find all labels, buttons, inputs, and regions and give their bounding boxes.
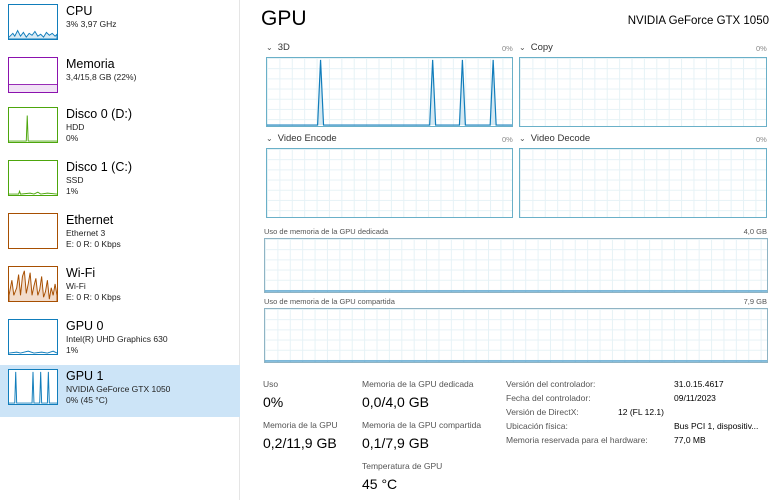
sidebar-item-detail: 1%: [66, 345, 79, 355]
sidebar-item-detail: E: 0 R: 0 Kbps: [66, 239, 121, 249]
sidebar-item-title: CPU: [66, 4, 93, 18]
dedicated-memory-graph: [264, 238, 768, 293]
dedicated-memory-label: Uso de memoria de la GPU dedicada: [264, 227, 389, 236]
sidebar-item-detail: Ethernet 3: [66, 228, 106, 238]
reserved-memory-value: 77,0 MB: [674, 435, 706, 445]
sidebar-item-memory[interactable]: Memoria 3,4/15,8 GB (22%): [0, 53, 240, 105]
sidebar-item-ethernet[interactable]: Ethernet Ethernet 3 E: 0 R: 0 Kbps: [0, 209, 240, 261]
chevron-down-icon: ⌄: [266, 134, 273, 143]
shared-memory-label: Uso de memoria de la GPU compartida: [264, 297, 395, 306]
sidebar-item-wifi[interactable]: Wi-Fi Wi-Fi E: 0 R: 0 Kbps: [0, 262, 240, 314]
sidebar-item-gpu-1[interactable]: GPU 1 NVIDIA GeForce GTX 1050 0% (45 °C): [0, 365, 240, 417]
sidebar-item-title: Disco 0 (D:): [66, 107, 132, 121]
engine-percent: 0%: [502, 44, 513, 53]
sidebar-item-detail: 0%: [66, 133, 79, 143]
sidebar-item-detail: 0% (45 °C): [66, 395, 108, 405]
gpu-1-thumbnail-graph: [8, 369, 58, 405]
disk-1-thumbnail-graph: [8, 160, 58, 196]
engine-label: Copy: [530, 42, 553, 53]
sidebar-item-title: GPU 0: [66, 319, 104, 333]
wifi-thumbnail-graph: [8, 266, 58, 302]
engine-graph-copy: [519, 57, 767, 127]
sidebar-item-detail: 3,4/15,8 GB (22%): [66, 72, 137, 82]
sidebar-item-disk-0[interactable]: Disco 0 (D:) HDD 0%: [0, 103, 240, 155]
temperature-value: 45 °C: [362, 476, 398, 492]
sidebar-item-title: GPU 1: [66, 369, 104, 383]
engine-graph-video-encode: [266, 148, 513, 218]
location-value: Bus PCI 1, dispositiv...: [674, 421, 759, 431]
sidebar: CPU 3% 3,97 GHz Memoria 3,4/15,8 GB (22%…: [0, 0, 240, 500]
location-key: Ubicación física:: [506, 421, 568, 431]
sidebar-item-disk-1[interactable]: Disco 1 (C:) SSD 1%: [0, 156, 240, 208]
engine-percent: 0%: [756, 135, 767, 144]
engine-selector-copy[interactable]: ⌄ Copy: [519, 42, 553, 53]
engine-label: Video Encode: [277, 133, 337, 144]
shared-memory-max: 7,9 GB: [743, 297, 767, 306]
sidebar-item-detail: 1%: [66, 186, 79, 196]
chevron-down-icon: ⌄: [519, 134, 526, 143]
chevron-down-icon: ⌄: [266, 43, 273, 52]
engine-graph-video-decode: [519, 148, 767, 218]
driver-date-key: Fecha del controlador:: [506, 393, 591, 403]
sidebar-item-gpu-0[interactable]: GPU 0 Intel(R) UHD Graphics 630 1%: [0, 315, 240, 367]
memory-thumbnail-graph: [8, 57, 58, 93]
sidebar-item-title: Wi-Fi: [66, 266, 96, 280]
driver-version-key: Versión del controlador:: [506, 379, 596, 389]
shared-memory-stat-label: Memoria de la GPU compartida: [362, 420, 482, 430]
cpu-thumbnail-graph: [8, 4, 58, 40]
disk-0-thumbnail-graph: [8, 107, 58, 143]
sidebar-item-title: Disco 1 (C:): [66, 160, 132, 174]
gpu-detail-panel: GPU NVIDIA GeForce GTX 1050 ⌄ 3D 0% ⌄ Co…: [241, 0, 779, 500]
sidebar-item-detail: NVIDIA GeForce GTX 1050: [66, 384, 171, 394]
engine-label: Video Decode: [530, 133, 591, 144]
gpu-0-thumbnail-graph: [8, 319, 58, 355]
engine-selector-3d[interactable]: ⌄ 3D: [266, 42, 290, 53]
sidebar-item-detail: E: 0 R: 0 Kbps: [66, 292, 121, 302]
sidebar-item-detail: HDD: [66, 122, 85, 132]
driver-version-value: 31.0.15.4617: [674, 379, 724, 389]
directx-value: 12 (FL 12.1): [618, 407, 664, 417]
engine-selector-video-decode[interactable]: ⌄ Video Decode: [519, 133, 590, 144]
engine-graph-3d: [266, 57, 513, 127]
dedicated-memory-max: 4,0 GB: [743, 227, 767, 236]
engine-selector-video-encode[interactable]: ⌄ Video Encode: [266, 133, 337, 144]
engine-percent: 0%: [756, 44, 767, 53]
shared-memory-stat-value: 0,1/7,9 GB: [362, 435, 429, 451]
sidebar-item-detail: 3% 3,97 GHz: [66, 19, 117, 29]
shared-memory-graph: [264, 308, 768, 363]
sidebar-item-detail: Intel(R) UHD Graphics 630: [66, 334, 168, 344]
engine-percent: 0%: [502, 135, 513, 144]
gpu-memory-label: Memoria de la GPU: [263, 420, 338, 430]
chevron-down-icon: ⌄: [519, 43, 526, 52]
sidebar-item-detail: Wi-Fi: [66, 281, 86, 291]
temperature-label: Temperatura de GPU: [362, 461, 443, 471]
usage-value: 0%: [263, 394, 284, 410]
engine-label: 3D: [277, 42, 290, 53]
sidebar-item-cpu[interactable]: CPU 3% 3,97 GHz: [0, 0, 240, 52]
directx-key: Versión de DirectX:: [506, 407, 579, 417]
sidebar-item-title: Memoria: [66, 57, 115, 71]
ethernet-thumbnail-graph: [8, 213, 58, 249]
dedicated-memory-stat-label: Memoria de la GPU dedicada: [362, 379, 474, 389]
gpu-memory-value: 0,2/11,9 GB: [263, 435, 337, 451]
dedicated-memory-stat-value: 0,0/4,0 GB: [362, 394, 429, 410]
device-name: NVIDIA GeForce GTX 1050: [627, 15, 769, 27]
driver-date-value: 09/11/2023: [674, 393, 716, 403]
sidebar-item-detail: SSD: [66, 175, 84, 185]
reserved-memory-key: Memoria reservada para el hardware:: [506, 435, 648, 445]
page-title: GPU: [261, 7, 307, 30]
sidebar-item-title: Ethernet: [66, 213, 114, 227]
usage-label: Uso: [263, 379, 279, 389]
